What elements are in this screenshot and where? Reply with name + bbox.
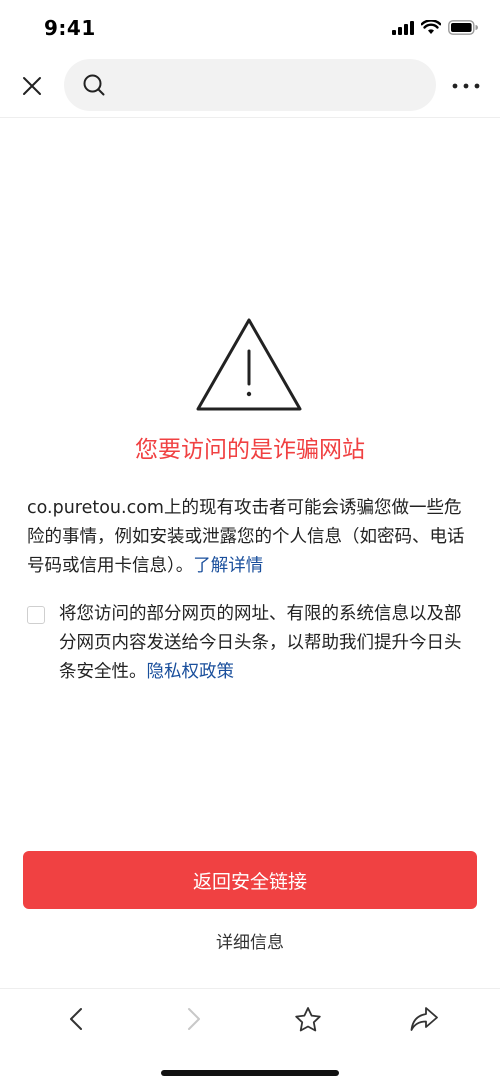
warning-title: 您要访问的是诈骗网站 <box>135 437 365 463</box>
battery-icon <box>448 20 478 35</box>
search-icon <box>83 74 105 96</box>
wifi-icon <box>421 20 441 34</box>
warning-description: co.puretou.com上的现有攻击者可能会诱骗您做一些危险的事情，例如安装… <box>27 494 477 581</box>
more-button[interactable] <box>450 70 482 102</box>
bottom-toolbar <box>0 988 500 1083</box>
search-box[interactable] <box>64 59 436 111</box>
learn-more-link[interactable]: 了解详情 <box>193 556 263 576</box>
top-nav <box>0 58 500 118</box>
privacy-policy-link[interactable]: 隐私权政策 <box>147 662 235 682</box>
chevron-left-icon <box>70 1008 82 1030</box>
status-time: 9:41 <box>44 16 96 40</box>
share-icon <box>410 1007 438 1031</box>
favorite-button[interactable] <box>288 999 328 1039</box>
consent-text: 将您访问的部分网页的网址、有限的系统信息以及部分网页内容发送给今日头条，以帮助我… <box>59 600 477 687</box>
star-icon <box>295 1006 321 1031</box>
forward-button[interactable] <box>174 999 214 1039</box>
close-icon <box>23 77 41 95</box>
status-bar: 9:41 <box>0 0 500 58</box>
back-button[interactable] <box>56 999 96 1039</box>
home-indicator <box>161 1070 339 1076</box>
more-icon <box>452 83 480 89</box>
share-button[interactable] <box>404 999 444 1039</box>
cellular-signal-icon <box>392 20 414 35</box>
search-input[interactable] <box>116 67 416 103</box>
back-to-safety-button[interactable]: 返回安全链接 <box>23 851 477 909</box>
details-link[interactable]: 详细信息 <box>0 928 500 953</box>
consent-text-body: 将您访问的部分网页的网址、有限的系统信息以及部分网页内容发送给今日头条，以帮助我… <box>59 604 462 682</box>
warning-triangle-icon <box>196 318 302 411</box>
consent-checkbox[interactable] <box>27 606 45 624</box>
close-button[interactable] <box>16 70 48 102</box>
chevron-right-icon <box>188 1008 200 1030</box>
status-icons <box>392 20 478 35</box>
